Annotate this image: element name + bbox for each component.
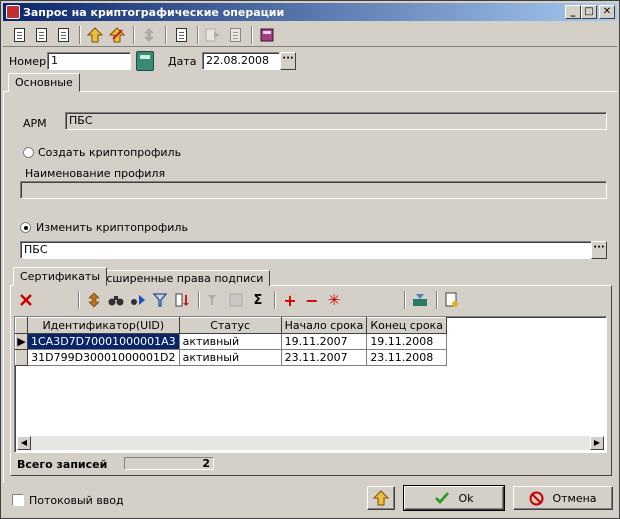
filter-clear-icon[interactable] [204,290,224,310]
maximize-button[interactable]: □ [581,5,597,19]
cancel-label: Отмена [552,491,597,505]
toolbar-separator [274,291,276,309]
scroll-right-icon[interactable]: ▶ [590,436,604,450]
action-button[interactable] [367,486,395,510]
edit-icon[interactable] [107,25,127,45]
ok-label: Ok [458,491,474,505]
arm-label: АРМ [23,117,47,130]
cell-status[interactable]: активный [179,333,282,350]
dialog-window: Запрос на криптографические операции _ □… [0,0,620,519]
tab-main[interactable]: Основные [8,73,80,92]
toolbar-separator [436,291,438,309]
grid-toolbar: Σ + − ✳ [16,289,606,311]
tab-extended-rights[interactable]: Расширенные права подписи [86,270,271,286]
preview-document-icon[interactable] [31,25,51,45]
toolbar-separator [198,291,200,309]
cancel-button[interactable]: Отмена [513,486,613,510]
action-icon [373,490,389,506]
date-label: Дата [168,55,197,68]
find-icon[interactable] [106,290,126,310]
cell-uid[interactable]: 1CA3D7D70001000001A3 [27,333,180,350]
toolbar-separator [251,25,253,44]
toolbar-separator [133,25,135,44]
grid-footer: Всего записей 2 [14,456,607,472]
cancel-icon [529,491,544,505]
date-field[interactable]: 22.08.2008 [202,52,280,70]
row-pointer-icon: ▶ [15,333,28,350]
copy-document-icon[interactable] [53,25,73,45]
cell-start[interactable]: 19.11.2007 [281,333,368,350]
number-field[interactable]: 1 [47,52,131,70]
report-icon[interactable] [171,25,191,45]
column-header-status[interactable]: Статус [178,317,282,334]
profile-picker-button[interactable]: ··· [591,241,607,259]
column-header-uid[interactable]: Идентификатор(UID) [27,317,180,334]
minimize-button[interactable]: _ [565,5,581,19]
cell-start[interactable]: 23.11.2007 [281,349,368,366]
profile-name-field [20,181,607,199]
forward-icon[interactable] [203,25,223,45]
row-indicator [15,349,28,366]
number-label: Номер [9,55,47,68]
ok-button[interactable]: Ok [403,485,505,511]
book-icon[interactable] [257,25,277,45]
table-row[interactable]: ▶ 1CA3D7D70001000001A3 активный 19.11.20… [15,333,447,350]
export-icon[interactable] [410,290,430,310]
toolbar-separator [197,25,199,44]
print-document-icon[interactable] [9,25,29,45]
cell-end[interactable]: 23.11.2008 [366,349,447,366]
date-picker-button[interactable]: ··· [280,52,296,70]
toolbar-separator [404,291,406,309]
add-row-icon[interactable]: + [280,290,300,310]
remove-row-icon[interactable]: − [302,290,322,310]
column-header-end[interactable]: Конец срока [366,317,447,334]
close-button[interactable]: ✕ [599,5,615,19]
grid-settings-icon[interactable] [226,290,246,310]
stream-input-checkbox[interactable] [12,494,24,506]
profile-name-label: Наименование профиля [25,167,166,180]
sort-desc-icon[interactable] [172,290,192,310]
cell-status[interactable]: активный [179,349,282,366]
arm-field: ПБС [65,112,607,130]
sum-icon[interactable]: Σ [248,290,268,310]
column-header-start[interactable]: Начало срока [280,317,368,334]
new-document-icon[interactable] [442,290,462,310]
create-profile-radio[interactable] [23,147,34,158]
title-bar[interactable]: Запрос на криптографические операции _ □… [3,3,617,21]
main-toolbar [3,23,617,47]
toolbar-separator [78,291,80,309]
app-icon [6,5,20,19]
total-records-label: Всего записей [17,458,108,471]
total-records-value: 2 [124,457,214,470]
toolbar-separator [165,25,167,44]
refresh-icon[interactable] [139,25,159,45]
scroll-left-icon[interactable]: ◀ [17,436,31,450]
change-profile-radio[interactable] [20,222,31,233]
table-row[interactable]: 31D799D30001000001D2 активный 23.11.2007… [15,349,447,366]
filter-icon[interactable] [150,290,170,310]
stream-input-label: Потоковый ввод [29,494,124,507]
table-header-row: Идентификатор(UID) Статус Начало срока К… [15,317,447,334]
mark-icon[interactable]: ✳ [324,290,344,310]
docs-icon[interactable] [225,25,245,45]
cell-uid[interactable]: 31D799D30001000001D2 [27,349,180,366]
add-icon[interactable] [85,25,105,45]
checkmark-icon [435,492,450,505]
horizontal-scrollbar[interactable]: ◀ ▶ [17,436,604,450]
find-next-icon[interactable] [128,290,148,310]
create-profile-label: Создать криптопрофиль [38,146,182,159]
toolbar-separator [79,25,81,44]
cell-end[interactable]: 19.11.2008 [366,333,447,350]
certificates-grid[interactable]: Идентификатор(UID) Статус Начало срока К… [14,316,607,453]
indicator-header [15,317,28,334]
sort-icon[interactable] [84,290,104,310]
window-title: Запрос на криптографические операции [23,5,285,19]
change-profile-label: Изменить криптопрофиль [36,221,188,234]
calculator-icon[interactable] [136,51,154,71]
tab-certificates[interactable]: Сертификаты [13,267,108,286]
change-profile-field[interactable]: ПБС [20,241,592,259]
delete-icon[interactable] [16,290,36,310]
certificates-table: Идентификатор(UID) Статус Начало срока К… [15,317,447,366]
